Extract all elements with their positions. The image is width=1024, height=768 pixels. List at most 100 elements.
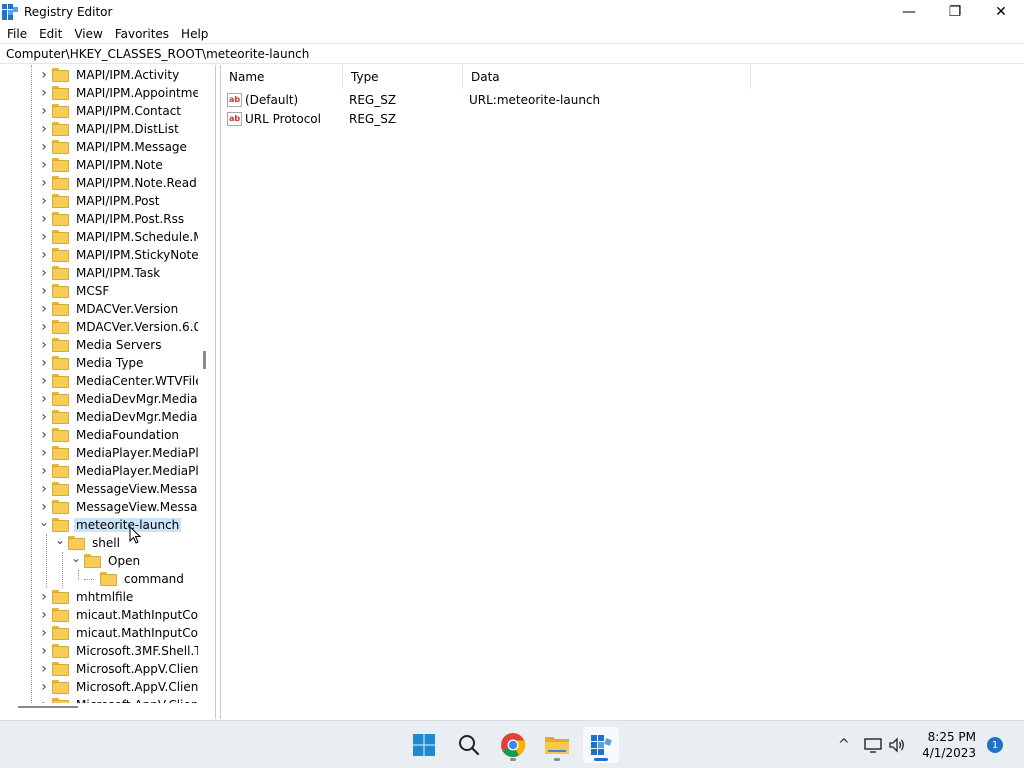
tree-item[interactable]: › MAPI/IPM.Note.Read [38,174,198,192]
tree-item[interactable]: › MAPI/IPM.Schedule.Meeting [38,228,198,246]
value-row[interactable]: ab URL Protocol REG_SZ [221,109,751,128]
tree-item[interactable]: command [86,570,186,588]
chevron-right-icon[interactable]: › [38,174,50,192]
chrome-taskbar-button[interactable] [495,727,531,763]
tree-item[interactable]: › MediaDevMgr.MediaDevMgr.1 [38,408,198,426]
menu-view[interactable]: View [69,27,107,41]
notification-badge[interactable]: 1 [987,737,1003,753]
tree-item[interactable]: › mhtmlfile [38,588,135,606]
column-header-name[interactable]: Name [221,65,343,89]
tree-item[interactable]: › MDACVer.Version.6.0 [38,318,198,336]
tree-item[interactable]: ⌄ Open [70,549,142,570]
menu-edit[interactable]: Edit [34,27,67,41]
network-icon[interactable] [864,737,882,753]
tree-view[interactable]: ›MAPI/IPM.Activity›MAPI/IPM.Appointment›… [0,65,198,703]
chevron-down-icon[interactable]: ⌄ [38,513,50,531]
chevron-right-icon[interactable]: › [38,318,50,336]
minimize-button[interactable]: — [886,0,932,24]
chevron-right-icon[interactable]: › [38,624,50,642]
tree-item[interactable]: › MAPI/IPM.Contact [38,102,183,120]
tree-item[interactable]: › micaut.MathInputControl [38,606,198,624]
chevron-down-icon[interactable]: ⌄ [70,549,82,567]
tree-item[interactable]: › Microsoft.AppV.Client.1 [38,678,198,696]
chevron-right-icon[interactable]: › [38,390,50,408]
tree-item[interactable]: › MessageView.MessageView [38,480,198,498]
tree-item[interactable]: › MediaPlayer.MediaPlayer.1 [38,462,198,480]
column-header-type[interactable]: Type [343,65,463,89]
chevron-down-icon[interactable]: ⌄ [54,531,66,549]
chevron-right-icon[interactable]: › [38,300,50,318]
tree-item[interactable]: › Media Type [38,354,145,372]
tree-item[interactable]: › Microsoft.AppV.ClientMarker [38,696,198,703]
registry-tree-pane[interactable]: ›MAPI/IPM.Activity›MAPI/IPM.Appointment›… [0,65,216,719]
restore-button[interactable]: ❐ [932,0,978,24]
tree-item[interactable]: › MAPI/IPM.Task [38,264,162,282]
chevron-right-icon[interactable]: › [38,210,50,228]
file-explorer-taskbar-button[interactable] [539,727,575,763]
tree-item[interactable]: › MAPI/IPM.StickyNote [38,246,198,264]
tree-item[interactable]: › Microsoft.3MF.Shell.Thumbnail [38,642,198,660]
chevron-right-icon[interactable]: › [38,642,50,660]
show-hidden-icons-button[interactable]: ^ [838,737,850,753]
tree-item[interactable]: › micaut.MathInputControl.1 [38,624,198,642]
tree-item[interactable]: › MAPI/IPM.Message [38,138,189,156]
chevron-right-icon[interactable]: › [38,606,50,624]
chevron-right-icon[interactable]: › [38,120,50,138]
chevron-right-icon[interactable]: › [38,480,50,498]
tree-horizontal-scrollbar[interactable] [18,706,78,708]
chevron-right-icon[interactable]: › [38,462,50,480]
chevron-right-icon[interactable]: › [38,282,50,300]
tree-item[interactable]: › MDACVer.Version [38,300,180,318]
chevron-right-icon[interactable]: › [38,246,50,264]
tree-item[interactable]: › MCSF [38,282,111,300]
tree-item[interactable]: ⌄ shell [54,531,122,552]
chevron-right-icon[interactable]: › [38,264,50,282]
menu-help[interactable]: Help [176,27,213,41]
chevron-right-icon[interactable]: › [38,444,50,462]
tree-item[interactable]: › MediaDevMgr.MediaDevMgr [38,390,198,408]
title-bar[interactable]: Registry Editor — ❐ ✕ [0,0,1024,24]
tree-item[interactable]: › MAPI/IPM.Appointment [38,84,198,102]
column-header-data[interactable]: Data [463,65,751,89]
address-bar[interactable]: Computer\HKEY_CLASSES_ROOT\meteorite-lau… [0,43,1024,64]
chevron-right-icon[interactable]: › [38,660,50,678]
chevron-right-icon[interactable]: › [38,696,50,703]
chevron-right-icon[interactable]: › [38,588,50,606]
chevron-right-icon[interactable]: › [38,66,50,84]
chevron-right-icon[interactable]: › [38,372,50,390]
chevron-right-icon[interactable]: › [38,426,50,444]
address-path[interactable]: Computer\HKEY_CLASSES_ROOT\meteorite-lau… [6,47,309,61]
tree-item[interactable]: › MediaFoundation [38,426,181,444]
value-row[interactable]: ab (Default) REG_SZ URL:meteorite-launch [221,90,751,109]
menu-file[interactable]: File [2,27,32,41]
search-button[interactable] [451,727,487,763]
tree-vertical-scrollbar[interactable] [203,351,206,369]
tree-item[interactable]: › MAPI/IPM.Post.Rss [38,210,186,228]
tree-item[interactable]: › MAPI/IPM.Activity [38,66,181,84]
tree-item[interactable]: › MediaCenter.WTVFile [38,372,198,390]
tree-item[interactable]: › Media Servers [38,336,163,354]
chevron-right-icon[interactable]: › [38,354,50,372]
chevron-right-icon[interactable]: › [38,408,50,426]
tree-item[interactable]: › MAPI/IPM.Note [38,156,165,174]
start-button[interactable] [406,727,442,763]
tree-item[interactable]: › MAPI/IPM.Post [38,192,161,210]
menu-favorites[interactable]: Favorites [110,27,174,41]
chevron-right-icon[interactable]: › [38,336,50,354]
volume-icon[interactable] [888,737,906,753]
chevron-right-icon[interactable]: › [38,228,50,246]
values-list-pane[interactable]: Name Type Data ab (Default) REG_SZ URL:m… [220,65,1024,719]
chevron-right-icon[interactable]: › [38,192,50,210]
chevron-right-icon[interactable]: › [38,84,50,102]
tree-item[interactable]: ›MessageView.MessageView.1 [38,498,198,516]
tree-item[interactable]: › Microsoft.AppV.Client [38,660,198,678]
chevron-right-icon[interactable]: › [38,156,50,174]
chevron-right-icon[interactable]: › [38,678,50,696]
close-button[interactable]: ✕ [978,0,1024,24]
registry-editor-taskbar-button[interactable] [583,727,619,763]
tree-item[interactable]: › MAPI/IPM.DistList [38,120,181,138]
tree-item[interactable]: › MediaPlayer.MediaPlayer [38,444,198,462]
clock[interactable]: 8:25 PM 4/1/2023 [922,729,976,761]
chevron-right-icon[interactable]: › [38,138,50,156]
chevron-right-icon[interactable]: › [38,102,50,120]
